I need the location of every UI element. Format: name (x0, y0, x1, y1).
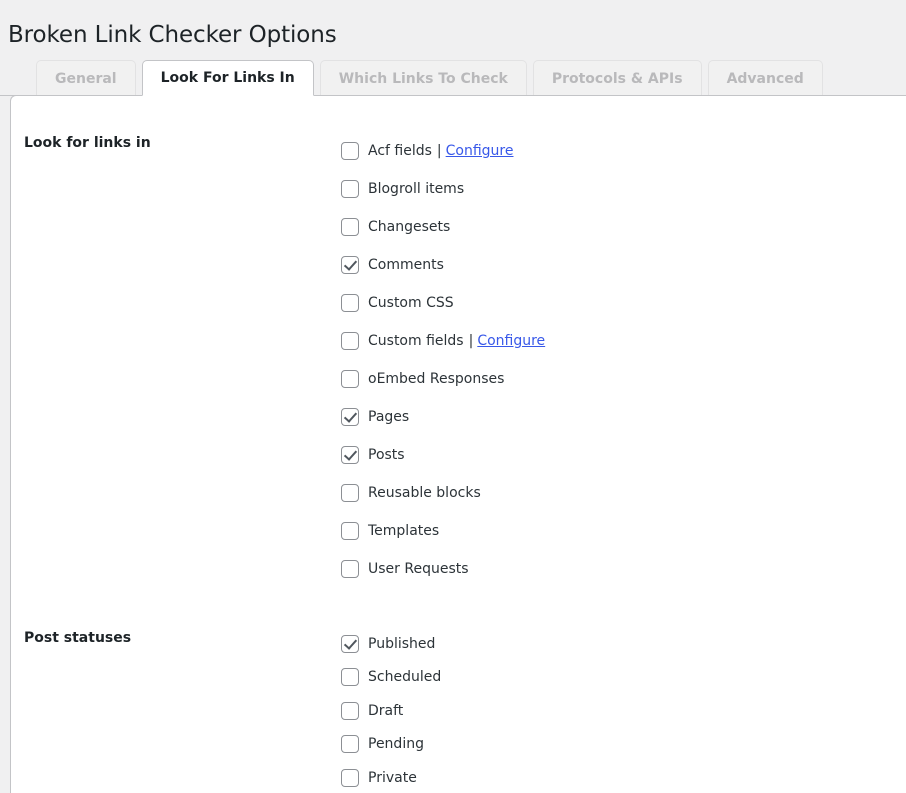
checkbox-pages[interactable] (341, 408, 359, 426)
checkbox-item-private[interactable]: Private (341, 761, 906, 793)
checkbox-oembed-responses[interactable] (341, 370, 359, 388)
checkbox-label-draft: Draft (368, 702, 404, 719)
checkbox-acf-fields[interactable] (341, 142, 359, 160)
checkbox-scheduled[interactable] (341, 668, 359, 687)
checkbox-item-oembed-responses[interactable]: oEmbed Responses (341, 360, 906, 398)
checkbox-label-scheduled: Scheduled (368, 669, 442, 686)
checkbox-label-custom-css: Custom CSS (368, 295, 454, 311)
checkbox-list-look-for-links: Acf fields | Configure Blogroll items Change… (341, 132, 906, 588)
checkbox-label-blogroll-items: Blogroll items (368, 181, 465, 197)
checkbox-label-private: Private (368, 769, 417, 786)
row-label-look-for-links: Look for links in (24, 135, 151, 151)
checkbox-templates[interactable] (341, 522, 359, 540)
checkbox-item-custom-fields[interactable]: Custom fields | Configure (341, 322, 906, 360)
checkbox-label-changesets: Changesets (368, 219, 451, 235)
settings-panel: Look for links in Acf fields | Configure Bl… (10, 95, 906, 793)
checkbox-list-post-statuses: Published Scheduled Draft Pending Private (341, 627, 906, 793)
tab-which-links-to-check[interactable]: Which Links To Check (319, 60, 527, 96)
checkbox-changesets[interactable] (341, 218, 359, 236)
checkbox-item-templates[interactable]: Templates (341, 512, 906, 550)
configure-link-custom-fields[interactable]: Configure (477, 334, 545, 348)
checkbox-user-requests[interactable] (341, 560, 359, 578)
settings-row-post-statuses: Post statuses Published Scheduled Draft Pen… (11, 627, 906, 793)
checkbox-custom-css[interactable] (341, 294, 359, 312)
checkbox-custom-fields[interactable] (341, 332, 359, 350)
row-field-post-statuses: Published Scheduled Draft Pending Private (341, 627, 906, 793)
checkbox-item-user-requests[interactable]: User Requests (341, 550, 906, 588)
checkbox-label-acf-fields: Acf fields (368, 143, 432, 159)
checkbox-pending[interactable] (341, 735, 359, 754)
checkbox-label-user-requests: User Requests (368, 561, 469, 577)
checkbox-label-comments: Comments (368, 257, 444, 273)
row-label-post-statuses: Post statuses (24, 630, 132, 646)
checkbox-item-comments[interactable]: Comments (341, 246, 906, 284)
tab-strip: General Look For Links In Which Links To C… (0, 60, 906, 96)
checkbox-label-pending: Pending (368, 736, 424, 753)
tab-look-for-links-in[interactable]: Look For Links In (141, 60, 314, 96)
checkbox-label-pages: Pages (368, 409, 410, 425)
configure-link-acf-fields[interactable]: Configure (446, 144, 514, 158)
options-page: Broken Link Checker Options General Look … (0, 0, 906, 793)
checkbox-item-posts[interactable]: Posts (341, 436, 906, 474)
row-field-look-for-links: Acf fields | Configure Blogroll items Change… (341, 132, 906, 588)
checkbox-item-pages[interactable]: Pages (341, 398, 906, 436)
checkbox-draft[interactable] (341, 701, 359, 720)
checkbox-label-published: Published (368, 635, 436, 652)
checkbox-item-scheduled[interactable]: Scheduled (341, 661, 906, 695)
checkbox-item-changesets[interactable]: Changesets (341, 208, 906, 246)
checkbox-label-templates: Templates (368, 523, 440, 539)
checkbox-item-blogroll-items[interactable]: Blogroll items (341, 170, 906, 208)
tab-general[interactable]: General (36, 60, 136, 96)
checkbox-private[interactable] (341, 768, 359, 787)
checkbox-label-posts: Posts (368, 447, 405, 463)
checkbox-item-reusable-blocks[interactable]: Reusable blocks (341, 474, 906, 512)
checkbox-item-pending[interactable]: Pending (341, 728, 906, 762)
checkbox-label-reusable-blocks: Reusable blocks (368, 485, 481, 501)
checkbox-label-oembed-responses: oEmbed Responses (368, 371, 505, 387)
checkbox-blogroll-items[interactable] (341, 180, 359, 198)
tab-protocols-apis[interactable]: Protocols & APIs (532, 60, 702, 96)
separator: | (468, 333, 474, 349)
checkbox-published[interactable] (341, 634, 359, 653)
checkbox-posts[interactable] (341, 446, 359, 464)
settings-row-look-for-links: Look for links in Acf fields | Configure Bl… (11, 132, 906, 588)
checkbox-reusable-blocks[interactable] (341, 484, 359, 502)
checkbox-comments[interactable] (341, 256, 359, 274)
checkbox-item-acf-fields[interactable]: Acf fields | Configure (341, 132, 906, 170)
checkbox-item-published[interactable]: Published (341, 627, 906, 661)
checkbox-item-draft[interactable]: Draft (341, 694, 906, 728)
checkbox-label-custom-fields: Custom fields (368, 333, 464, 349)
separator: | (436, 143, 442, 159)
tab-advanced[interactable]: Advanced (707, 60, 823, 96)
page-title: Broken Link Checker Options (8, 22, 337, 49)
checkbox-item-custom-css[interactable]: Custom CSS (341, 284, 906, 322)
